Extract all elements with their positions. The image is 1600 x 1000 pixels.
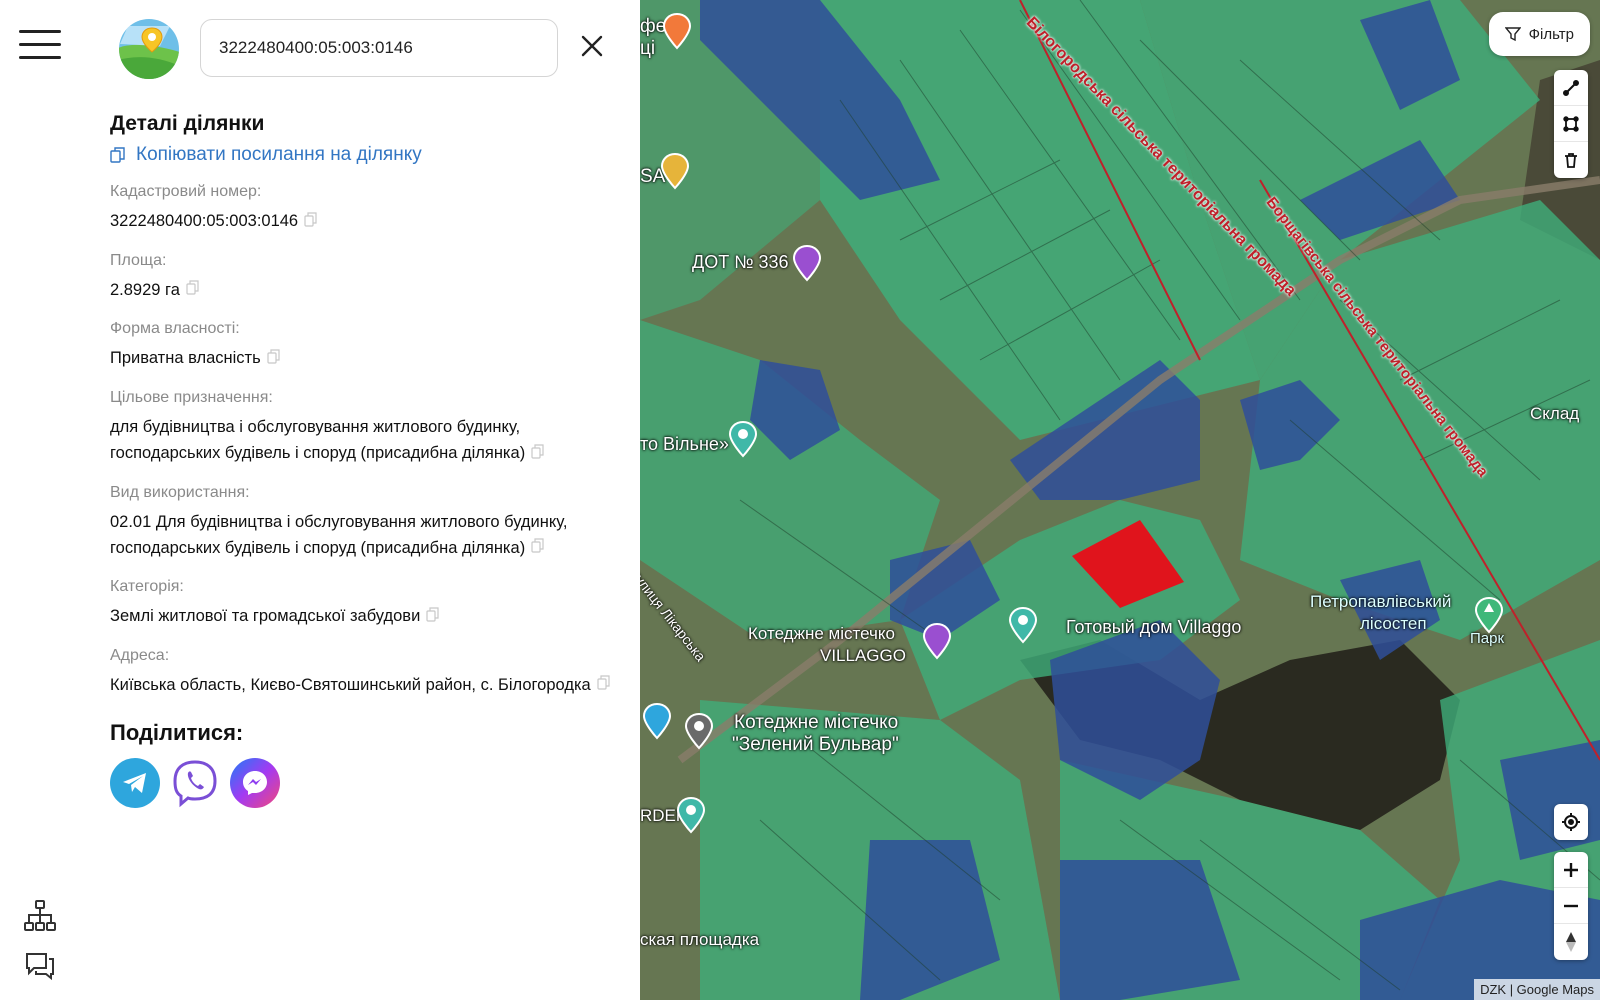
copy-icon[interactable]: [597, 672, 610, 698]
field-label: Кадастровий номер:: [110, 183, 262, 200]
field-usage: Вид використання: 02.01 Для будівництва …: [110, 481, 610, 562]
field-label: Площа:: [110, 251, 167, 269]
share-title: Поділитися:: [110, 720, 244, 746]
filter-icon: [1504, 27, 1521, 42]
hierarchy-icon[interactable]: [22, 898, 58, 934]
draw-polygon-icon: [1563, 115, 1579, 132]
map-pin-park-icon[interactable]: [1472, 596, 1506, 636]
field-value: Київська область, Києво-Святошинський ра…: [110, 675, 591, 694]
menu-icon[interactable]: [19, 30, 61, 60]
map-pin-landmark-icon[interactable]: [790, 244, 824, 284]
field-value: 3222480400:05:003:0146: [110, 212, 299, 230]
map-canvas: [640, 0, 1600, 1000]
field-value: 2.8929 га: [110, 280, 180, 299]
close-icon[interactable]: [578, 32, 606, 60]
map-label-petro: Петропавлівський: [1310, 592, 1452, 611]
field-label: Вид використання:: [110, 483, 250, 501]
map-label-villaggo-house: Готовый дом Villaggo: [1066, 617, 1242, 637]
trash-icon: [1565, 153, 1577, 168]
draw-tools: [1554, 70, 1588, 178]
zoom-controls: [1554, 852, 1588, 960]
draw-line-button[interactable]: [1554, 70, 1588, 106]
map-label-villaggo-town: Котеджне містечко: [748, 624, 895, 643]
map-label-dot: ДОТ № 336: [692, 252, 789, 272]
map-pin-shop-icon[interactable]: [920, 622, 954, 662]
copy-icon[interactable]: [531, 441, 544, 467]
field-value: Приватна власність: [110, 349, 261, 368]
minus-icon: [1564, 904, 1578, 907]
map-label-villaggo-name: VILLAGGO: [820, 646, 906, 665]
map-pin-food-icon[interactable]: [660, 12, 694, 52]
filter-button[interactable]: Фільтр: [1488, 12, 1590, 56]
draw-polygon-button[interactable]: [1554, 106, 1588, 142]
field-label: Категорія:: [110, 578, 184, 596]
map-pin-place-icon[interactable]: [674, 796, 708, 836]
viber-icon: [173, 760, 217, 808]
map-pin-food-icon[interactable]: [658, 152, 692, 192]
map-pin-place-icon[interactable]: [1006, 606, 1040, 646]
map-label-vilne: то Вільне»: [640, 434, 729, 454]
copy-icon[interactable]: [267, 346, 280, 372]
search-input[interactable]: [200, 19, 558, 77]
field-label: Адреса:: [110, 646, 170, 664]
map-view[interactable]: Білогородська сільська територіальна гро…: [640, 0, 1600, 1000]
copy-icon[interactable]: [304, 209, 317, 235]
copy-icon[interactable]: [426, 604, 439, 630]
share-buttons: [110, 758, 610, 809]
field-purpose: Цільове призначення: для будівництва і о…: [110, 386, 610, 467]
map-label-petro-2: лісостеп: [1360, 614, 1427, 633]
copy-link-label: Копіювати посилання на ділянку: [136, 144, 422, 165]
field-area: Площа: 2.8929 га: [110, 249, 610, 304]
locate-button[interactable]: [1554, 804, 1588, 840]
plus-icon: [1564, 862, 1578, 877]
left-rail: [0, 0, 81, 1000]
field-ownership: Форма власності: Приватна власність: [110, 317, 610, 372]
map-label-tsi: ці: [640, 38, 656, 59]
compass-icon: [1566, 932, 1576, 952]
map-label-green-blvd-name: "Зелений Бульвар": [732, 734, 899, 755]
locate-icon: [1562, 813, 1580, 831]
parcel-details: Деталі ділянки Копіювати посилання на ді…: [110, 112, 610, 809]
draw-line-icon: [1563, 79, 1579, 96]
map-label-green-blvd: Котеджне містечко: [734, 712, 899, 733]
locate-control: [1554, 804, 1588, 840]
viber-share-button[interactable]: [170, 758, 220, 809]
map-attribution: DZK | Google Maps: [1474, 979, 1600, 1000]
copy-icon[interactable]: [186, 277, 199, 303]
telegram-icon: [123, 773, 146, 794]
zoom-out-button[interactable]: [1554, 888, 1588, 924]
copy-icon[interactable]: [531, 535, 544, 561]
map-label-ploshchadka: ская площадка: [640, 930, 760, 949]
messenger-icon: [243, 771, 267, 796]
copy-icon: [110, 147, 125, 163]
field-address: Адреса: Київська область, Києво-Святошин…: [110, 644, 610, 699]
zoom-in-button[interactable]: [1554, 852, 1588, 888]
details-title: Деталі ділянки: [110, 112, 265, 135]
filter-label: Фільтр: [1528, 25, 1574, 43]
app-logo: [118, 18, 180, 80]
map-pin-neighborhood-icon[interactable]: [682, 712, 716, 752]
copy-link-button[interactable]: Копіювати посилання на ділянку: [110, 144, 610, 166]
field-value: Землі житлової та громадської забудови: [110, 607, 421, 626]
map-pin-place-icon[interactable]: [640, 702, 674, 742]
field-value: для будівництва і обслуговування житлово…: [110, 417, 526, 462]
map-pin-place-icon[interactable]: [726, 420, 760, 460]
delete-drawing-button[interactable]: [1554, 142, 1588, 178]
messenger-share-button[interactable]: [230, 758, 280, 809]
chat-icon[interactable]: [22, 948, 58, 984]
field-cadastral-number: Кадастровий номер: 3222480400:05:003:014…: [110, 180, 610, 235]
compass-button[interactable]: [1554, 924, 1588, 960]
field-category: Категорія: Землі житлової та громадської…: [110, 575, 610, 630]
telegram-share-button[interactable]: [110, 758, 160, 809]
field-label: Цільове призначення:: [110, 388, 273, 406]
map-label-sklad: Склад: [1530, 404, 1580, 423]
details-panel: Деталі ділянки Копіювати посилання на ді…: [80, 0, 640, 1000]
field-value: 02.01 Для будівництва і обслуговування ж…: [110, 512, 568, 557]
field-label: Форма власності:: [110, 320, 240, 338]
